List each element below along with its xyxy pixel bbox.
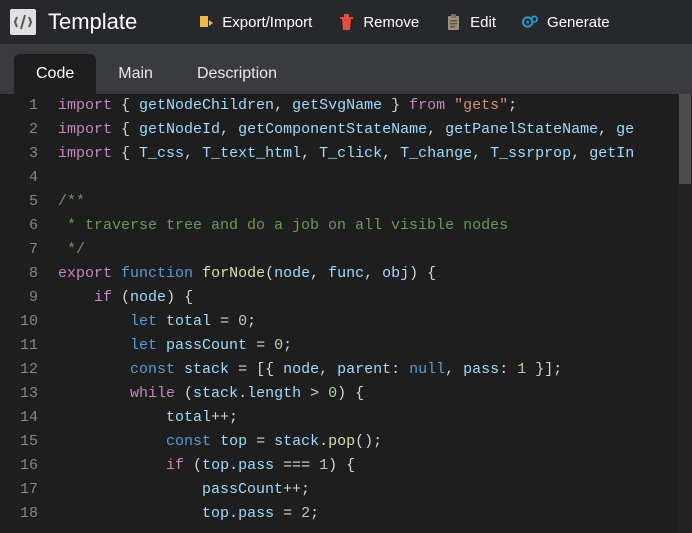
trash-icon xyxy=(338,14,355,31)
line-number: 2 xyxy=(0,118,38,142)
line-number: 16 xyxy=(0,454,38,478)
template-logo-icon xyxy=(10,9,36,35)
page-title: Template xyxy=(48,9,137,35)
tab-label: Description xyxy=(197,65,277,83)
edit-label: Edit xyxy=(470,14,496,31)
code-line: import { getNodeId, getComponentStateNam… xyxy=(58,118,692,142)
scrollbar-thumb[interactable] xyxy=(679,94,691,184)
line-gutter: 123456789101112131415161718 xyxy=(0,94,58,533)
line-number: 5 xyxy=(0,190,38,214)
code-line: /** xyxy=(58,190,692,214)
line-number: 15 xyxy=(0,430,38,454)
code-area[interactable]: import { getNodeChildren, getSvgName } f… xyxy=(58,94,692,533)
line-number: 4 xyxy=(0,166,38,190)
code-line: if (top.pass === 1) { xyxy=(58,454,692,478)
edit-button[interactable]: Edit xyxy=(445,14,496,31)
line-number: 10 xyxy=(0,310,38,334)
line-number: 11 xyxy=(0,334,38,358)
line-number: 17 xyxy=(0,478,38,502)
code-line: export function forNode(node, func, obj)… xyxy=(58,262,692,286)
line-number: 9 xyxy=(0,286,38,310)
tab-code[interactable]: Code xyxy=(14,54,96,94)
code-line: while (stack.length > 0) { xyxy=(58,382,692,406)
line-number: 6 xyxy=(0,214,38,238)
vertical-scrollbar[interactable] xyxy=(678,94,692,533)
line-number: 7 xyxy=(0,238,38,262)
line-number: 1 xyxy=(0,94,38,118)
code-line: passCount++; xyxy=(58,478,692,502)
code-line: import { T_css, T_text_html, T_click, T_… xyxy=(58,142,692,166)
export-import-button[interactable]: Export/Import xyxy=(197,14,312,31)
code-line xyxy=(58,166,692,190)
tab-label: Main xyxy=(118,65,153,83)
code-line: import { getNodeChildren, getSvgName } f… xyxy=(58,94,692,118)
tab-main[interactable]: Main xyxy=(96,54,175,94)
header: Template Export/Import Remove xyxy=(0,0,692,44)
line-number: 12 xyxy=(0,358,38,382)
code-line: */ xyxy=(58,238,692,262)
code-line: const stack = [{ node, parent: null, pas… xyxy=(58,358,692,382)
remove-label: Remove xyxy=(363,14,419,31)
export-import-label: Export/Import xyxy=(222,14,312,31)
code-line: total++; xyxy=(58,406,692,430)
remove-button[interactable]: Remove xyxy=(338,14,419,31)
code-editor[interactable]: 123456789101112131415161718 import { get… xyxy=(0,94,692,533)
line-number: 8 xyxy=(0,262,38,286)
line-number: 13 xyxy=(0,382,38,406)
line-number: 3 xyxy=(0,142,38,166)
code-line: if (node) { xyxy=(58,286,692,310)
line-number: 18 xyxy=(0,502,38,526)
code-line: let passCount = 0; xyxy=(58,334,692,358)
gears-icon xyxy=(522,14,539,31)
tab-description[interactable]: Description xyxy=(175,54,299,94)
generate-button[interactable]: Generate xyxy=(522,14,610,31)
code-line: let total = 0; xyxy=(58,310,692,334)
code-line: * traverse tree and do a job on all visi… xyxy=(58,214,692,238)
header-actions: Export/Import Remove xyxy=(197,14,609,31)
code-line: const top = stack.pop(); xyxy=(58,430,692,454)
generate-label: Generate xyxy=(547,14,610,31)
line-number: 14 xyxy=(0,406,38,430)
export-icon xyxy=(197,14,214,31)
tab-label: Code xyxy=(36,65,74,83)
clipboard-icon xyxy=(445,14,462,31)
code-line: top.pass = 2; xyxy=(58,502,692,526)
tabs-bar: Code Main Description xyxy=(0,44,692,94)
